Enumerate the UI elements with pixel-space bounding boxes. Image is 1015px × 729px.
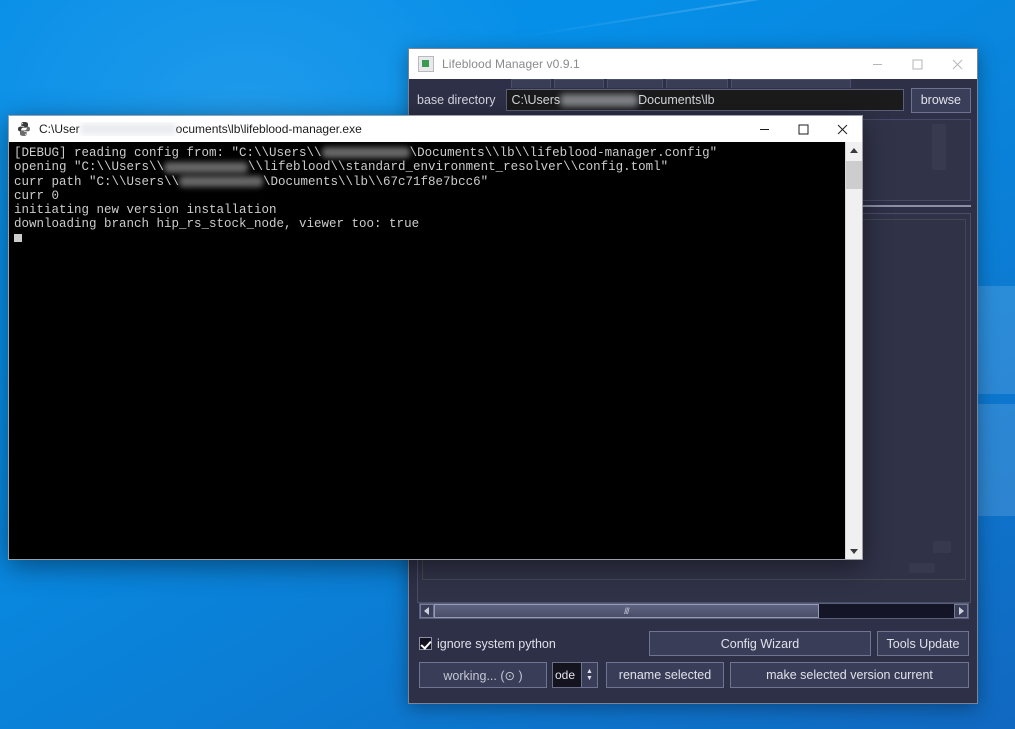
manager-title-bar[interactable]: Lifeblood Manager v0.9.1: [409, 49, 977, 80]
manager-controls-row-bottom: working... (⊙ ) ode ▲ ▼ rename selected …: [419, 662, 969, 688]
horizontal-scrollbar[interactable]: ///: [419, 603, 969, 619]
base-directory-value-suffix: Documents\lb: [638, 93, 714, 107]
chevron-right-icon[interactable]: [954, 604, 968, 618]
console-vertical-scrollbar[interactable]: [845, 142, 862, 559]
chevron-left-icon[interactable]: [420, 604, 434, 618]
minimize-icon[interactable]: [745, 116, 784, 142]
console-line-text: initiating new version installation: [14, 203, 277, 217]
console-window[interactable]: C:\User ocuments\lb\lifeblood-manager.exe…: [8, 115, 863, 560]
base-directory-input[interactable]: C:\Users Documents\lb: [506, 89, 904, 111]
manager-controls-row-top: ignore system python Config Wizard Tools…: [419, 631, 969, 656]
base-directory-label: base directory: [417, 93, 496, 107]
ignore-system-python-checkbox[interactable]: ignore system python: [419, 637, 649, 651]
base-directory-value-prefix: C:\Users: [512, 93, 561, 107]
base-directory-row: base directory C:\Users Documents\lb brow…: [417, 87, 971, 113]
minimize-icon[interactable]: [857, 49, 897, 79]
console-scrollbar-track[interactable]: [846, 159, 862, 542]
pane-ghost-item: [932, 124, 946, 170]
browse-button[interactable]: browse: [911, 88, 971, 113]
console-title-bar[interactable]: C:\User ocuments\lb\lifeblood-manager.exe: [9, 116, 862, 142]
checkbox-check-icon: [419, 637, 432, 650]
manager-window-buttons: [857, 49, 977, 79]
scrollbar-grip: ///: [624, 606, 629, 616]
console-line-text: downloading branch hip_rs_stock_node, vi…: [14, 217, 419, 231]
console-line: curr path "C:\\Users\\ \Documents\\lb\\67…: [14, 175, 845, 189]
console-line: opening "C:\\Users\\ \\lifeblood\\standar…: [14, 160, 845, 174]
console-line: downloading branch hip_rs_stock_node, vi…: [14, 217, 845, 231]
console-line: [DEBUG] reading config from: "C:\\Users\…: [14, 146, 845, 160]
close-icon[interactable]: [937, 49, 977, 79]
ignore-system-python-label: ignore system python: [437, 637, 556, 651]
details-ghost-1: [933, 541, 951, 553]
horizontal-scrollbar-thumb[interactable]: ///: [434, 604, 819, 618]
redacted-username: [164, 162, 248, 173]
console-line-text-tail: \Documents\\lb\\lifeblood-manager.config…: [410, 146, 718, 160]
config-wizard-button[interactable]: Config Wizard: [649, 631, 871, 656]
console-title-prefix: C:\User: [39, 122, 80, 136]
console-line: initiating new version installation: [14, 203, 845, 217]
console-cursor-line: [14, 232, 845, 246]
console-line-text: [DEBUG] reading config from: "C:\\Users\…: [14, 146, 322, 160]
chevron-up-icon[interactable]: [846, 142, 862, 159]
rename-selected-button[interactable]: rename selected: [606, 662, 724, 688]
console-line-text: opening "C:\\Users\\: [14, 160, 164, 174]
console-line-text-tail: \\lifeblood\\standard_environment_resolv…: [248, 160, 668, 174]
python-icon: [16, 121, 32, 137]
mode-spinbox-value[interactable]: ode: [552, 662, 581, 688]
make-selected-version-current-button[interactable]: make selected version current: [730, 662, 969, 688]
redacted-username: [322, 147, 410, 158]
chevron-down-icon: ▼: [586, 675, 593, 682]
working-progress-button[interactable]: working... (⊙ ): [419, 662, 547, 688]
console-body[interactable]: [DEBUG] reading config from: "C:\\Users\…: [9, 142, 862, 559]
redacted-username: [179, 176, 263, 187]
close-icon[interactable]: [823, 116, 862, 142]
tools-update-button[interactable]: Tools Update: [877, 631, 969, 656]
maximize-icon[interactable]: [897, 49, 937, 79]
console-line: curr 0: [14, 189, 845, 203]
spinbox-arrows-icon[interactable]: ▲ ▼: [581, 662, 598, 688]
console-output: [DEBUG] reading config from: "C:\\Users\…: [9, 142, 845, 559]
app-window-icon: [418, 56, 434, 72]
console-scrollbar-thumb[interactable]: [846, 161, 862, 189]
console-title: C:\User ocuments\lb\lifeblood-manager.exe: [39, 122, 745, 136]
chevron-down-icon[interactable]: [846, 542, 862, 559]
console-line-text-tail: \Documents\\lb\\67c71f8e7bcc6": [263, 175, 488, 189]
desktop: Lifeblood Manager v0.9.1: [0, 0, 1015, 729]
horizontal-scrollbar-track[interactable]: ///: [434, 604, 954, 618]
details-ghost-2: [909, 563, 935, 573]
console-line-text: curr 0: [14, 189, 59, 203]
chevron-up-icon: ▲: [586, 668, 593, 675]
block-cursor: [14, 234, 22, 242]
console-title-suffix: ocuments\lb\lifeblood-manager.exe: [176, 122, 362, 136]
manager-title: Lifeblood Manager v0.9.1: [442, 57, 857, 71]
mode-spinbox[interactable]: ode ▲ ▼: [552, 662, 598, 688]
redacted-username: [560, 94, 638, 107]
console-window-buttons: [745, 116, 862, 142]
redacted-username-title: [80, 123, 176, 135]
console-line-text: curr path "C:\\Users\\: [14, 175, 179, 189]
maximize-icon[interactable]: [784, 116, 823, 142]
